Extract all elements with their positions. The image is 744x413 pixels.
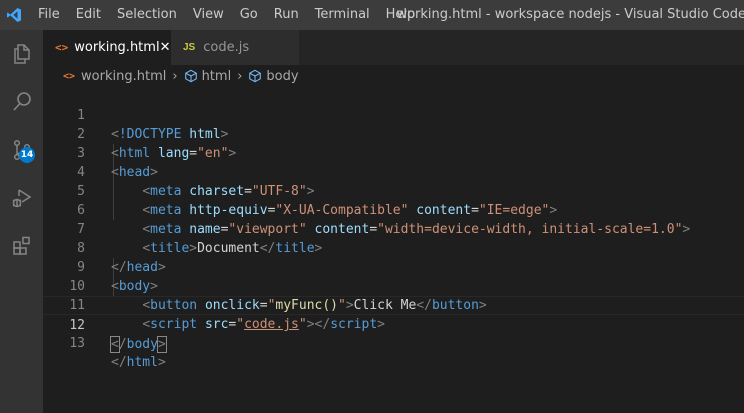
close-icon[interactable]: ✕ — [160, 40, 171, 55]
code-line[interactable]: 6 <meta name="viewport" content="width=d… — [43, 182, 744, 237]
tab-working-html[interactable]: <> working.html ✕ — [43, 30, 171, 65]
chevron-right-icon: › — [237, 68, 243, 84]
code-line[interactable]: 5 <meta http-equiv="X-UA-Compatible" con… — [43, 163, 744, 218]
explorer-icon[interactable] — [0, 30, 43, 78]
code-line-current[interactable]: 12 </body> — [43, 296, 744, 353]
window-title: working.html - workspace nodejs - Visual… — [396, 7, 744, 22]
code-editor[interactable]: 1 <!DOCTYPE html> 2 <html lang="en"> 3 <… — [43, 87, 744, 413]
code-line[interactable]: 7 <title>Document</title> — [43, 201, 744, 256]
breadcrumb-file[interactable]: <> working.html — [63, 69, 166, 84]
vscode-logo-icon — [0, 0, 28, 30]
tab-code-js[interactable]: JS code.js — [171, 30, 299, 65]
code-line[interactable]: 3 <head> — [43, 125, 744, 180]
title-bar: File Edit Selection View Go Run Terminal… — [0, 0, 744, 30]
extensions-icon[interactable] — [0, 222, 43, 270]
html-file-icon: <> — [55, 41, 69, 54]
breadcrumb-body-label: body — [266, 68, 299, 84]
code-line[interactable]: 13 </html> — [43, 315, 744, 370]
js-file-icon: JS — [183, 42, 196, 53]
chevron-right-icon: › — [172, 68, 178, 84]
tab-label: code.js — [203, 40, 250, 55]
menu-edit[interactable]: Edit — [68, 0, 109, 30]
menu-go[interactable]: Go — [232, 0, 266, 30]
search-icon[interactable] — [0, 78, 43, 126]
code-line[interactable]: 4 <meta charset="UTF-8"> — [43, 144, 744, 199]
menu-selection[interactable]: Selection — [109, 0, 185, 30]
breadcrumb: <> working.html › html › body — [43, 65, 744, 87]
menu-bar: File Edit Selection View Go Run Terminal… — [30, 0, 423, 30]
symbol-element-icon — [184, 69, 197, 83]
breadcrumb-body[interactable]: body — [248, 68, 299, 84]
breadcrumb-html[interactable]: html — [184, 68, 232, 84]
html-file-icon: <> — [63, 70, 76, 82]
menu-run[interactable]: Run — [266, 0, 307, 30]
tab-label: working.html — [74, 40, 160, 55]
code-line[interactable]: 11 <script src="code.js"></script> — [43, 277, 744, 332]
code-line[interactable]: 8 </head> — [43, 220, 744, 275]
run-debug-icon[interactable] — [0, 174, 43, 222]
activity-bar: 14 — [0, 30, 43, 413]
menu-terminal[interactable]: Terminal — [307, 0, 378, 30]
breadcrumb-file-label: working.html — [81, 68, 167, 84]
line-number: 13 — [69, 336, 85, 351]
code-line[interactable]: 1 <!DOCTYPE html> — [43, 87, 744, 142]
symbol-element-icon — [249, 69, 262, 83]
menu-view[interactable]: View — [185, 0, 232, 30]
source-control-icon[interactable]: 14 — [0, 126, 43, 174]
tab-bar: <> working.html ✕ JS code.js — [43, 30, 744, 65]
menu-file[interactable]: File — [30, 0, 68, 30]
code-line[interactable]: 10 <button onclick="myFunc()">Click Me</… — [43, 258, 744, 313]
code-line[interactable]: 2 <html lang="en"> — [43, 106, 744, 161]
breadcrumb-html-label: html — [201, 68, 232, 84]
code-line[interactable]: 9 <body> — [43, 239, 744, 294]
source-control-badge: 14 — [19, 147, 35, 163]
